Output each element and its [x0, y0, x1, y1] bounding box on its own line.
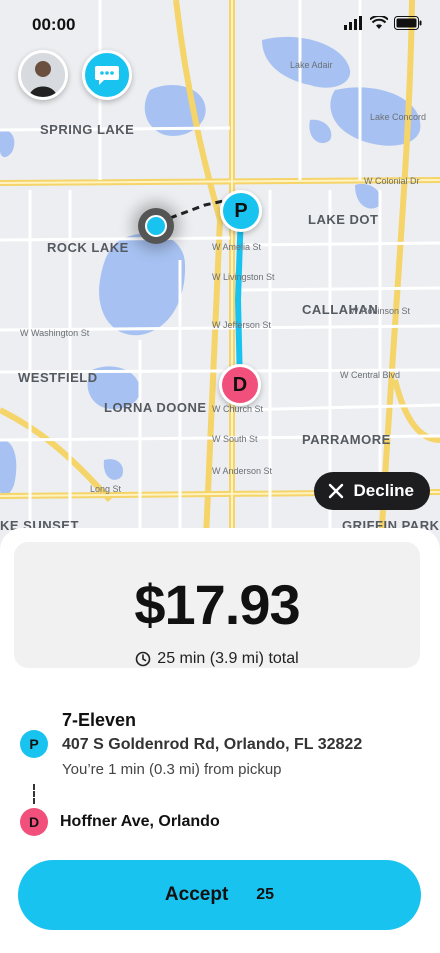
map-label-colonial: W Colonial Dr [364, 176, 420, 186]
map-label-south: W South St [212, 434, 258, 444]
driver-location-dot [145, 215, 167, 237]
dropoff-address: Hoffner Ave, Orlando [60, 813, 220, 830]
pickup-marker: P [20, 730, 48, 758]
driver-avatar[interactable] [18, 50, 68, 100]
route-connector [33, 784, 35, 804]
decline-button[interactable]: Decline [313, 472, 430, 510]
close-icon [328, 483, 343, 499]
trip-summary-text: 25 min (3.9 mi) total [157, 650, 299, 667]
pickup-address: 407 S Goldenrod Rd, Orlando, FL 32822 [62, 736, 363, 753]
map-label-lorna-doone: LORNA DOONE [104, 400, 207, 415]
chat-icon [95, 66, 119, 85]
map-label-central: W Central Blvd [340, 370, 401, 380]
status-time: 00:00 [32, 15, 76, 34]
map-label-anderson: W Anderson St [212, 466, 273, 476]
pickup-map-pin[interactable]: P [220, 190, 262, 232]
accept-countdown: 25 [256, 886, 275, 903]
status-icons [344, 14, 422, 35]
map-label-livingston: W Livingston St [212, 272, 275, 282]
map-label-amelia: W Amelia St [212, 242, 262, 252]
map-label-parramore: PARRAMORE [302, 432, 391, 447]
battery-icon [394, 16, 422, 35]
trip-summary: 25 min (3.9 mi) total [14, 650, 420, 668]
map-label-rock-lake: ROCK LAKE [47, 240, 129, 255]
pickup-name: 7-Eleven [62, 710, 137, 730]
fare-amount: $17.93 [134, 573, 300, 636]
map-label-westfield: WESTFIELD [18, 370, 98, 385]
ride-offer-screen: SPRING LAKE ROCK LAKE LAKE DOT CALLAHAN … [0, 0, 440, 953]
dropoff-map-pin[interactable]: D [219, 364, 261, 406]
map-label-lake-adair: Lake Adair [290, 60, 333, 70]
map-label-lake-dot: LAKE DOT [308, 212, 379, 227]
fare-card: $17.93 25 min (3.9 mi) total [14, 542, 420, 668]
signal-icon [344, 16, 364, 35]
dropoff-marker: D [20, 808, 48, 836]
clock-icon [135, 651, 151, 667]
chat-button[interactable] [82, 50, 132, 100]
avatar-image [21, 53, 65, 97]
map-label-washington: W Washington St [20, 328, 90, 338]
map-label-lake-concord: Lake Concord [370, 112, 427, 122]
map-label-long-st: Long St [90, 484, 122, 494]
status-bar: 00:00 [0, 0, 440, 48]
driver-location-marker [138, 208, 174, 244]
wifi-icon [369, 14, 389, 35]
offer-sheet: $17.93 25 min (3.9 mi) total P 7-Eleven … [0, 528, 440, 953]
decline-label: Decline [353, 481, 414, 500]
map-label-spring-lake: SPRING LAKE [40, 122, 135, 137]
pickup-distance: You’re 1 min (0.3 mi) from pickup [62, 761, 282, 778]
map-label-robinson: W Robinson St [350, 306, 411, 316]
accept-button[interactable]: Accept 25 [18, 860, 421, 930]
accept-label: Accept [164, 884, 229, 905]
map-label-jefferson: W Jefferson St [212, 320, 271, 330]
